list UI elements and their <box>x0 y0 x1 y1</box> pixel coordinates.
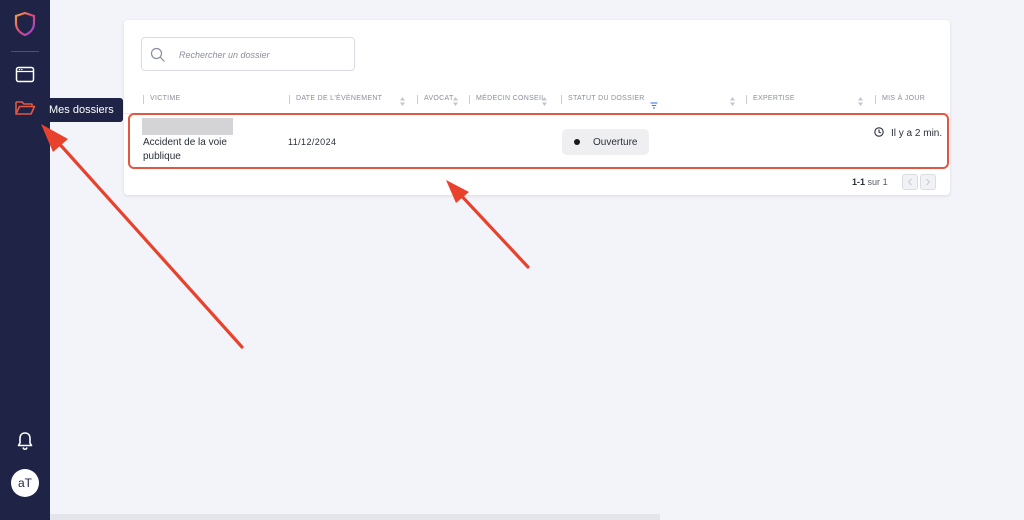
sort-icon[interactable] <box>399 94 406 106</box>
event-date: 11/12/2024 <box>288 137 337 147</box>
clock-icon <box>874 127 884 137</box>
sort-icon[interactable] <box>857 94 864 106</box>
next-page-button[interactable] <box>920 174 936 190</box>
column-header-lawyer[interactable]: Avocat <box>417 95 454 107</box>
search-icon <box>150 47 166 63</box>
column-header-victim[interactable]: Victime <box>143 95 181 107</box>
sidebar-item-my-folders[interactable] <box>11 97 39 123</box>
search-input[interactable] <box>179 46 347 64</box>
bell-icon <box>16 431 34 456</box>
updated-label: Il y a 2 min. <box>891 128 943 139</box>
victim-subject: Accident de la voie publique <box>143 137 227 162</box>
sort-icon[interactable] <box>541 94 548 106</box>
notifications-button[interactable] <box>11 430 39 456</box>
sort-icon[interactable] <box>729 94 736 106</box>
previous-page-button[interactable] <box>902 174 918 190</box>
column-header-updated[interactable]: Mis à jour <box>874 95 925 107</box>
column-header-event-date[interactable]: Date de l'évènement <box>288 95 382 107</box>
victim-name-redacted <box>142 118 233 135</box>
chevron-left-icon <box>907 173 913 191</box>
sidebar-item-dashboard[interactable] <box>11 64 39 90</box>
status-badge: Ouverture <box>562 129 650 155</box>
window-icon <box>15 66 35 89</box>
sidebar: aT <box>0 0 50 520</box>
avatar[interactable]: aT <box>11 469 39 497</box>
pagination-total: 1 <box>882 177 888 187</box>
status-dot-icon <box>574 139 580 145</box>
filter-icon[interactable] <box>650 96 658 109</box>
avatar-initials: aT <box>17 476 32 490</box>
column-header-status[interactable]: Statut du dossier <box>561 95 645 107</box>
folders-card: Victime Date de l'évènement Avocat Médec… <box>124 20 950 195</box>
pagination-sep: sur <box>867 177 881 187</box>
updated-cell: Il y a 2 min. <box>874 127 944 141</box>
search-box <box>141 37 355 71</box>
pagination-info: 1-1 sur 1 <box>852 177 888 187</box>
bottom-scrollbar <box>50 514 660 520</box>
table-row[interactable]: Accident de la voie publique 11/12/2024 … <box>128 113 949 169</box>
table-header: Victime Date de l'évènement Avocat Médec… <box>124 84 950 114</box>
sidebar-divider <box>11 51 39 52</box>
column-header-medical-advisor[interactable]: Médecin conseil <box>468 95 545 107</box>
sort-icon[interactable] <box>452 94 459 106</box>
chevron-right-icon <box>925 173 931 191</box>
status-label: Ouverture <box>593 136 638 148</box>
pagination-range: 1-1 <box>852 177 866 187</box>
shield-logo-icon[interactable] <box>13 11 37 37</box>
sidebar-tooltip: Mes dossiers <box>43 98 123 122</box>
tooltip-label: Mes dossiers <box>49 104 114 116</box>
folder-icon <box>14 99 36 122</box>
column-header-expertise[interactable]: Expertise <box>746 95 795 107</box>
